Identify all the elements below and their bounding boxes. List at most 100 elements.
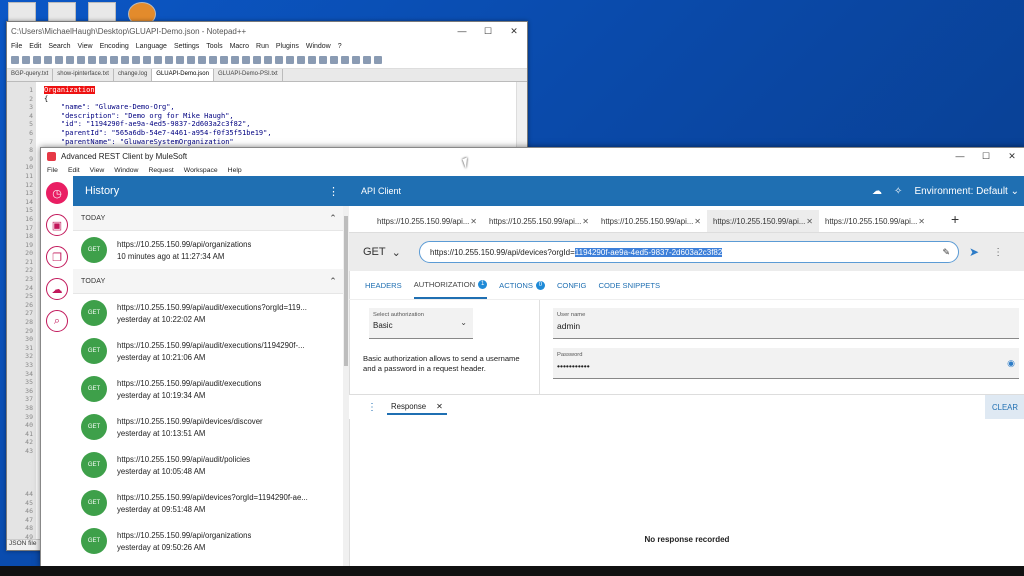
history-item[interactable]: GET https://10.255.150.99/api/audit/execu…: [73, 370, 349, 408]
file-tab[interactable]: GLUAPI-Demo-PSI.txt: [214, 69, 283, 81]
response-tab[interactable]: Response ✕: [387, 400, 447, 415]
history-item[interactable]: GET https://10.255.150.99/api/devices?org…: [73, 484, 349, 522]
toolbar-button-icon[interactable]: [33, 56, 41, 64]
toolbar-button-icon[interactable]: [341, 56, 349, 64]
toolbar-button-icon[interactable]: [77, 56, 85, 64]
toolbar-button-icon[interactable]: [198, 56, 206, 64]
toolbar-button-icon[interactable]: [132, 56, 140, 64]
url-input[interactable]: https://10.255.150.99/api/devices?orgId=…: [419, 241, 959, 263]
menu-item[interactable]: View: [90, 167, 105, 174]
request-tab[interactable]: https://10.255.150.99/api... ✕: [595, 210, 707, 232]
toolbar-button-icon[interactable]: [363, 56, 371, 64]
request-tab[interactable]: https://10.255.150.99/api... ✕: [819, 210, 931, 232]
toolbar-button-icon[interactable]: [264, 56, 272, 64]
file-tab[interactable]: BGP-query.txt: [7, 69, 54, 81]
menu-item[interactable]: Help: [228, 167, 242, 174]
history-item[interactable]: GET https://10.255.150.99/api/audit/execu…: [73, 294, 349, 332]
notepad-titlebar[interactable]: C:\Users\MichaelHaugh\Desktop\GLUAPI-Dem…: [7, 22, 527, 40]
toolbar-button-icon[interactable]: [88, 56, 96, 64]
toolbar-button-icon[interactable]: [286, 56, 294, 64]
toolbar-button-icon[interactable]: [66, 56, 74, 64]
menu-item[interactable]: Search: [48, 43, 70, 50]
toolbar-button-icon[interactable]: [330, 56, 338, 64]
toolbar-button-icon[interactable]: [253, 56, 261, 64]
menu-item[interactable]: Run: [256, 43, 269, 50]
toolbar-button-icon[interactable]: [121, 56, 129, 64]
toolbar-button-icon[interactable]: [242, 56, 250, 64]
toolbar-button-icon[interactable]: [297, 56, 305, 64]
menu-item[interactable]: Window: [306, 43, 331, 50]
history-group-header[interactable]: TODAY ⌃: [73, 269, 349, 294]
file-tab[interactable]: GLUAPI-Demo.json: [152, 69, 214, 81]
menu-item[interactable]: Request: [148, 167, 173, 174]
chevron-up-icon[interactable]: ⌃: [329, 276, 337, 287]
tab-config[interactable]: CONFIG: [557, 271, 587, 299]
auth-method-select[interactable]: Select authorization Basic ⌄: [369, 308, 473, 339]
toolbar-button-icon[interactable]: [319, 56, 327, 64]
toolbar-button-icon[interactable]: [220, 56, 228, 64]
close-icon[interactable]: ✕: [806, 217, 813, 226]
clear-button[interactable]: CLEAR: [985, 395, 1024, 419]
toolbar-button-icon[interactable]: [165, 56, 173, 64]
eye-icon[interactable]: ◉: [1007, 358, 1015, 369]
maximize-icon[interactable]: ☐: [973, 151, 999, 162]
chevron-up-icon[interactable]: ⌃: [329, 213, 337, 224]
maximize-icon[interactable]: ☐: [475, 26, 501, 37]
projects-nav-icon[interactable]: ❐: [46, 246, 68, 268]
menu-item[interactable]: Workspace: [184, 167, 218, 174]
menu-item[interactable]: Window: [114, 167, 138, 174]
close-icon[interactable]: ✕: [918, 217, 925, 226]
toolbar-button-icon[interactable]: [99, 56, 107, 64]
menu-item[interactable]: File: [47, 167, 58, 174]
toolbar-button-icon[interactable]: [143, 56, 151, 64]
request-tab[interactable]: https://10.255.150.99/api... ✕: [707, 210, 819, 232]
more-vert-icon[interactable]: ⋮: [328, 185, 339, 198]
minimize-icon[interactable]: —: [947, 151, 973, 162]
toolbar-button-icon[interactable]: [154, 56, 162, 64]
menu-item[interactable]: Edit: [68, 167, 80, 174]
bell-icon[interactable]: ✧: [894, 186, 902, 197]
toolbar-button-icon[interactable]: [55, 56, 63, 64]
history-item[interactable]: GET https://10.255.150.99/api/organizatio…: [73, 231, 349, 269]
file-tab[interactable]: show-ipinterface.txt: [53, 69, 114, 81]
menu-item[interactable]: Settings: [174, 43, 199, 50]
toolbar-button-icon[interactable]: [22, 56, 30, 64]
minimize-icon[interactable]: —: [449, 26, 475, 37]
send-icon[interactable]: ➤: [969, 245, 979, 259]
request-tab[interactable]: https://10.255.150.99/api... ✕: [483, 210, 595, 232]
close-icon[interactable]: ✕: [470, 217, 477, 226]
toolbar-button-icon[interactable]: [308, 56, 316, 64]
menu-item[interactable]: Macro: [230, 43, 249, 50]
history-item[interactable]: GET https://10.255.150.99/api/audit/execu…: [73, 332, 349, 370]
search-nav-icon[interactable]: ⌕: [46, 310, 68, 332]
tab-code-snippets[interactable]: CODE SNIPPETS: [598, 271, 660, 299]
menu-item[interactable]: Plugins: [276, 43, 299, 50]
menu-item[interactable]: View: [78, 43, 93, 50]
method-selector[interactable]: GET ⌄: [363, 246, 411, 259]
more-vert-icon[interactable]: ⋮: [367, 402, 379, 413]
close-icon[interactable]: ✕: [999, 151, 1024, 162]
toolbar-button-icon[interactable]: [11, 56, 19, 64]
toolbar-button-icon[interactable]: [374, 56, 382, 64]
history-group-header[interactable]: TODAY ⌃: [73, 206, 349, 231]
more-vert-icon[interactable]: ⋮: [993, 247, 1003, 258]
file-tab[interactable]: change.log: [114, 69, 153, 81]
menu-item[interactable]: Language: [136, 43, 167, 50]
toolbar-button-icon[interactable]: [44, 56, 52, 64]
tab-authorization[interactable]: AUTHORIZATION 1: [413, 271, 488, 299]
menu-item[interactable]: Edit: [29, 43, 41, 50]
toolbar-button-icon[interactable]: [110, 56, 118, 64]
request-tab[interactable]: https://10.255.150.99/api... ✕: [371, 210, 483, 232]
username-field[interactable]: User name admin: [553, 308, 1019, 339]
add-tab-icon[interactable]: +: [951, 211, 959, 227]
menu-item[interactable]: File: [11, 43, 22, 50]
history-item[interactable]: GET https://10.255.150.99/api/audit/polic…: [73, 446, 349, 484]
password-field[interactable]: Password ••••••••••• ◉: [553, 348, 1019, 379]
tab-headers[interactable]: HEADERS: [365, 271, 402, 299]
toolbar-button-icon[interactable]: [275, 56, 283, 64]
history-item[interactable]: GET https://10.255.150.99/api/organizatio…: [73, 522, 349, 560]
arc-titlebar[interactable]: Advanced REST Client by MuleSoft — ☐ ✕: [41, 148, 1024, 165]
tab-actions[interactable]: ACTIONS 0: [499, 271, 545, 299]
toolbar-button-icon[interactable]: [352, 56, 360, 64]
saved-nav-icon[interactable]: ▣: [46, 214, 68, 236]
